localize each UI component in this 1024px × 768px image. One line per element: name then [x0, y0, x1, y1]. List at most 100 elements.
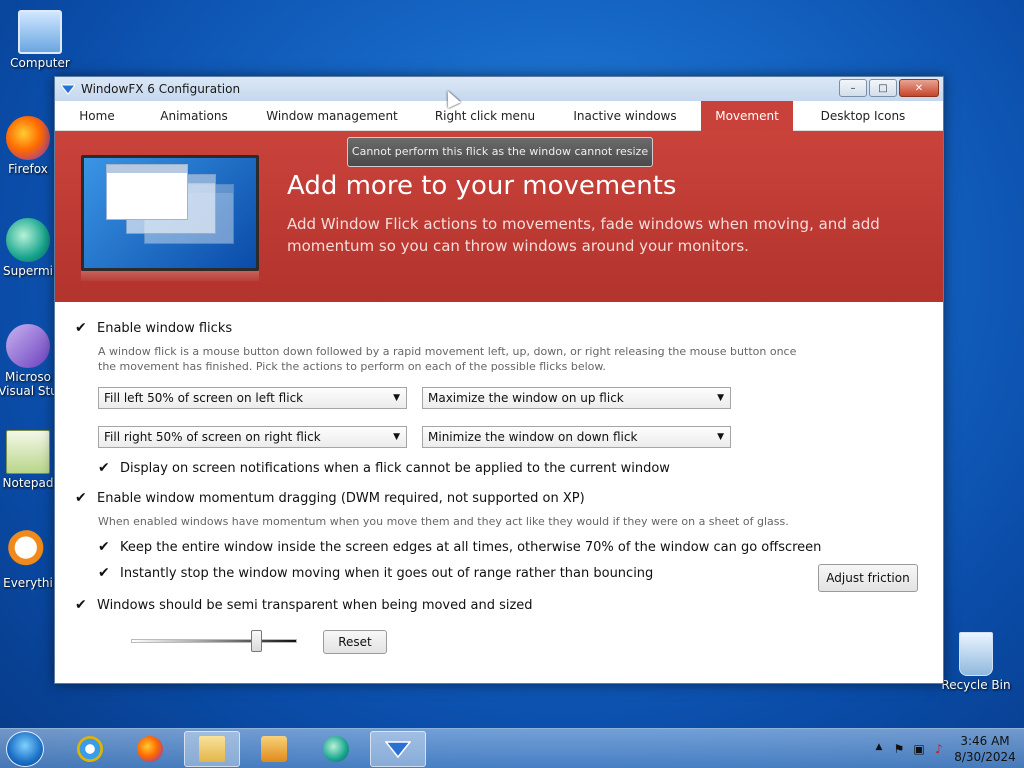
taskbar-firefox[interactable] — [122, 731, 178, 767]
close-button[interactable]: ✕ — [899, 79, 939, 97]
tab-home[interactable]: Home — [55, 101, 139, 131]
checkmark-icon: ✔ — [98, 565, 110, 581]
folder-icon — [199, 736, 225, 762]
chevron-down-icon: ▼ — [393, 432, 400, 442]
tab-bar: Home Animations Window management Right … — [55, 101, 943, 131]
movement-banner: Add more to your movements Add Window Fl… — [55, 131, 943, 302]
momentum-description: When enabled windows have momentum when … — [98, 515, 789, 528]
flicks-description: A window flick is a mouse button down fo… — [98, 345, 797, 373]
desktop-icon-firefox[interactable]: Firefox — [0, 116, 58, 176]
network-icon[interactable]: ▣ — [912, 742, 926, 756]
taskbar-media-player[interactable] — [246, 731, 302, 767]
minimize-button[interactable]: – — [839, 79, 867, 97]
enable-momentum-checkbox[interactable]: ✔ Enable window momentum dragging (DWM r… — [75, 490, 585, 506]
desktop-icon-label: Computer — [10, 56, 70, 70]
internet-explorer-icon — [77, 736, 103, 762]
checkmark-icon: ✔ — [75, 490, 87, 506]
banner-subtitle: Add Window Flick actions to movements, f… — [287, 215, 880, 255]
keep-inside-screen-checkbox[interactable]: ✔ Keep the entire window inside the scre… — [98, 539, 821, 555]
clock-date: 8/30/2024 — [954, 750, 1016, 764]
tab-animations[interactable]: Animations — [139, 101, 249, 131]
visual-studio-icon — [6, 324, 50, 368]
desktop-icon-everything[interactable]: Everythi — [0, 530, 58, 590]
flick-notification-toast: Cannot perform this flick as the window … — [347, 137, 653, 167]
illustration-window — [106, 164, 188, 220]
checkbox-label: Enable window flicks — [97, 320, 233, 336]
flick-notifications-checkbox[interactable]: ✔ Display on screen notifications when a… — [98, 460, 670, 476]
enable-window-flicks-checkbox[interactable]: ✔ Enable window flicks — [75, 320, 232, 336]
reset-button[interactable]: Reset — [323, 630, 387, 654]
taskbar-windowfx[interactable] — [370, 731, 426, 767]
movement-settings: ✔ Enable window flicks A window flick is… — [55, 302, 943, 682]
windowfx-logo-icon — [385, 741, 411, 759]
firefox-icon — [6, 116, 50, 160]
desktop-icon-label: Recycle Bin — [941, 678, 1011, 692]
volume-muted-icon[interactable]: ♪ — [932, 742, 946, 756]
start-button[interactable] — [6, 731, 44, 767]
windowfx-logo-icon — [61, 84, 75, 95]
desktop-icon-visual-studio[interactable]: Microso Visual Stu — [0, 324, 58, 398]
taskbar: ▲ ⚑ ▣ ♪ 3:46 AM 8/30/2024 — [0, 728, 1024, 768]
maximize-button[interactable]: □ — [869, 79, 897, 97]
up-flick-value: Maximize the window on up flick — [428, 391, 624, 405]
right-flick-select[interactable]: Fill right 50% of screen on right flick … — [98, 426, 407, 448]
chevron-down-icon: ▼ — [717, 432, 724, 442]
tab-inactive-windows[interactable]: Inactive windows — [555, 101, 695, 131]
transparency-slider-thumb[interactable] — [251, 630, 262, 652]
desktop-icon-label: Firefox — [8, 162, 48, 176]
transparency-slider-track[interactable] — [131, 639, 297, 643]
recycle-bin-icon — [959, 632, 993, 676]
desktop-icon-computer[interactable]: Computer — [0, 10, 80, 70]
checkmark-icon: ✔ — [98, 460, 110, 476]
tab-movement[interactable]: Movement — [701, 101, 793, 131]
down-flick-value: Minimize the window on down flick — [428, 430, 638, 444]
computer-icon — [18, 10, 62, 54]
down-flick-select[interactable]: Minimize the window on down flick ▼ — [422, 426, 731, 448]
right-flick-value: Fill right 50% of screen on right flick — [104, 430, 321, 444]
media-player-icon — [261, 736, 287, 762]
clock-time: 3:46 AM — [960, 734, 1010, 748]
checkmark-icon: ✔ — [98, 539, 110, 555]
desktop-icon-label: Microso Visual Stu — [0, 370, 58, 398]
checkbox-label: Windows should be semi transparent when … — [97, 597, 533, 613]
chevron-down-icon: ▼ — [717, 393, 724, 403]
semi-transparent-checkbox[interactable]: ✔ Windows should be semi transparent whe… — [75, 597, 533, 613]
window-controls: – □ ✕ — [839, 79, 939, 97]
checkmark-icon: ✔ — [75, 597, 87, 613]
show-hidden-icons-icon[interactable]: ▲ — [872, 742, 886, 756]
firefox-icon — [137, 736, 163, 762]
checkbox-label: Enable window momentum dragging (DWM req… — [97, 490, 585, 506]
tab-right-click-menu[interactable]: Right click menu — [415, 101, 555, 131]
windowfx-config-window: WindowFX 6 Configuration – □ ✕ Home Anim… — [54, 76, 944, 684]
instant-stop-checkbox[interactable]: ✔ Instantly stop the window moving when … — [98, 565, 653, 581]
system-tray: ▲ ⚑ ▣ ♪ 3:46 AM 8/30/2024 — [872, 733, 1018, 765]
banner-title: Add more to your movements — [287, 171, 677, 201]
supermium-icon — [323, 736, 349, 762]
monitor-reflection — [81, 271, 259, 281]
desktop-icon-label: Everythi — [3, 576, 53, 590]
window-title: WindowFX 6 Configuration — [81, 82, 241, 96]
checkbox-label: Instantly stop the window moving when it… — [120, 565, 654, 581]
checkbox-label: Display on screen notifications when a f… — [120, 460, 670, 476]
desktop-icon-label: Supermi — [3, 264, 53, 278]
desktop-icon-supermium[interactable]: Supermi — [0, 218, 58, 278]
adjust-friction-button[interactable]: Adjust friction — [818, 564, 918, 592]
left-flick-select[interactable]: Fill left 50% of screen on left flick ▼ — [98, 387, 407, 409]
checkmark-icon: ✔ — [75, 320, 87, 336]
desktop-icon-recycle-bin[interactable]: Recycle Bin — [936, 632, 1016, 692]
desktop-icon-notepad[interactable]: Notepad — [0, 430, 58, 490]
desktop-icon-label: Notepad — [2, 476, 54, 490]
taskbar-internet-explorer[interactable] — [62, 731, 118, 767]
monitor-illustration — [81, 155, 259, 271]
notepad-icon — [6, 430, 50, 474]
title-bar[interactable]: WindowFX 6 Configuration – □ ✕ — [55, 77, 943, 101]
action-center-flag-icon[interactable]: ⚑ — [892, 742, 906, 756]
tab-desktop-icons[interactable]: Desktop Icons — [793, 101, 933, 131]
left-flick-value: Fill left 50% of screen on left flick — [104, 391, 304, 405]
taskbar-file-explorer[interactable] — [184, 731, 240, 767]
taskbar-clock[interactable]: 3:46 AM 8/30/2024 — [952, 733, 1018, 765]
tab-window-management[interactable]: Window management — [249, 101, 415, 131]
everything-search-icon — [6, 530, 50, 574]
up-flick-select[interactable]: Maximize the window on up flick ▼ — [422, 387, 731, 409]
taskbar-supermium[interactable] — [308, 731, 364, 767]
